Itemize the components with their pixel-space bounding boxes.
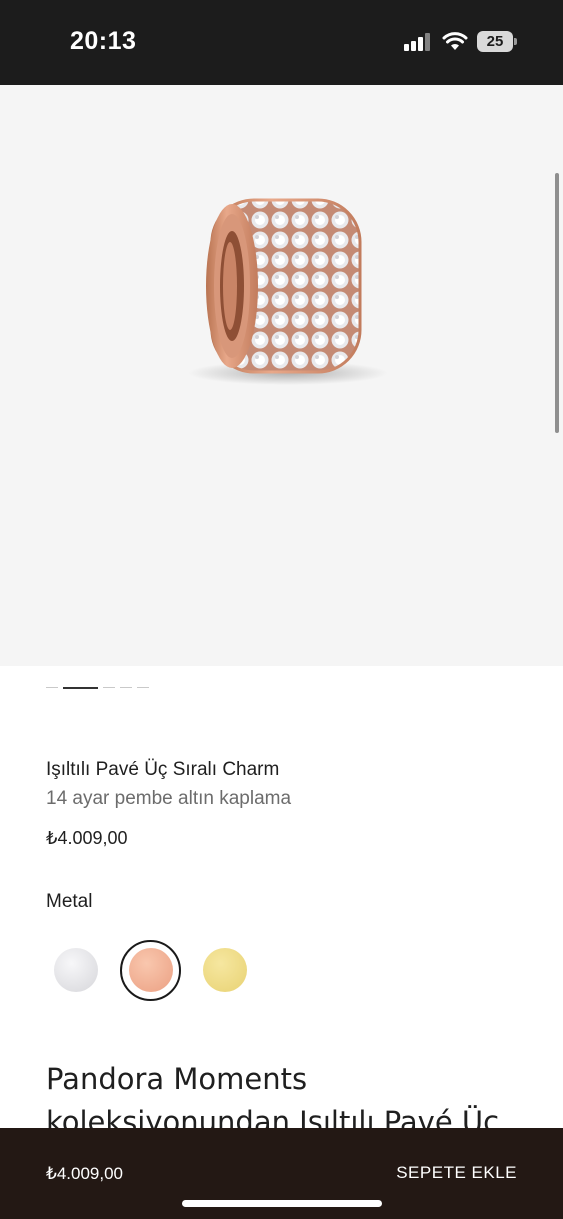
product-title: Işıltılı Pavé Üç Sıralı Charm	[46, 759, 280, 780]
pagination-dot[interactable]	[46, 687, 58, 688]
pagination-dot[interactable]	[103, 687, 115, 688]
battery-tip	[514, 38, 517, 45]
product-image	[188, 198, 388, 385]
wifi-icon	[442, 32, 468, 50]
gallery-scrollbar[interactable]	[555, 173, 559, 433]
pagination-dot-active[interactable]	[63, 687, 98, 689]
metal-swatch-silver[interactable]	[54, 948, 98, 992]
pagination-dot[interactable]	[120, 687, 132, 688]
bottom-bar: ₺4.009,00 SEPETE EKLE	[0, 1128, 563, 1219]
battery-icon: 25	[477, 31, 513, 52]
status-bar: 20:13 25	[0, 0, 563, 85]
product-price: ₺4.009,00	[46, 828, 128, 848]
home-indicator[interactable]	[182, 1200, 382, 1207]
bottom-price: ₺4.009,00	[46, 1164, 123, 1183]
metal-swatch-gold[interactable]	[203, 948, 247, 992]
signal-icon	[404, 33, 432, 51]
product-image-gallery[interactable]	[0, 85, 563, 666]
metal-label: Metal	[46, 891, 93, 912]
add-to-cart-button[interactable]: SEPETE EKLE	[396, 1163, 517, 1183]
status-time: 20:13	[70, 27, 137, 55]
product-subtitle: 14 ayar pembe altın kaplama	[46, 788, 292, 809]
metal-swatch-rose-gold[interactable]	[129, 948, 173, 992]
pagination-dot[interactable]	[137, 687, 149, 688]
